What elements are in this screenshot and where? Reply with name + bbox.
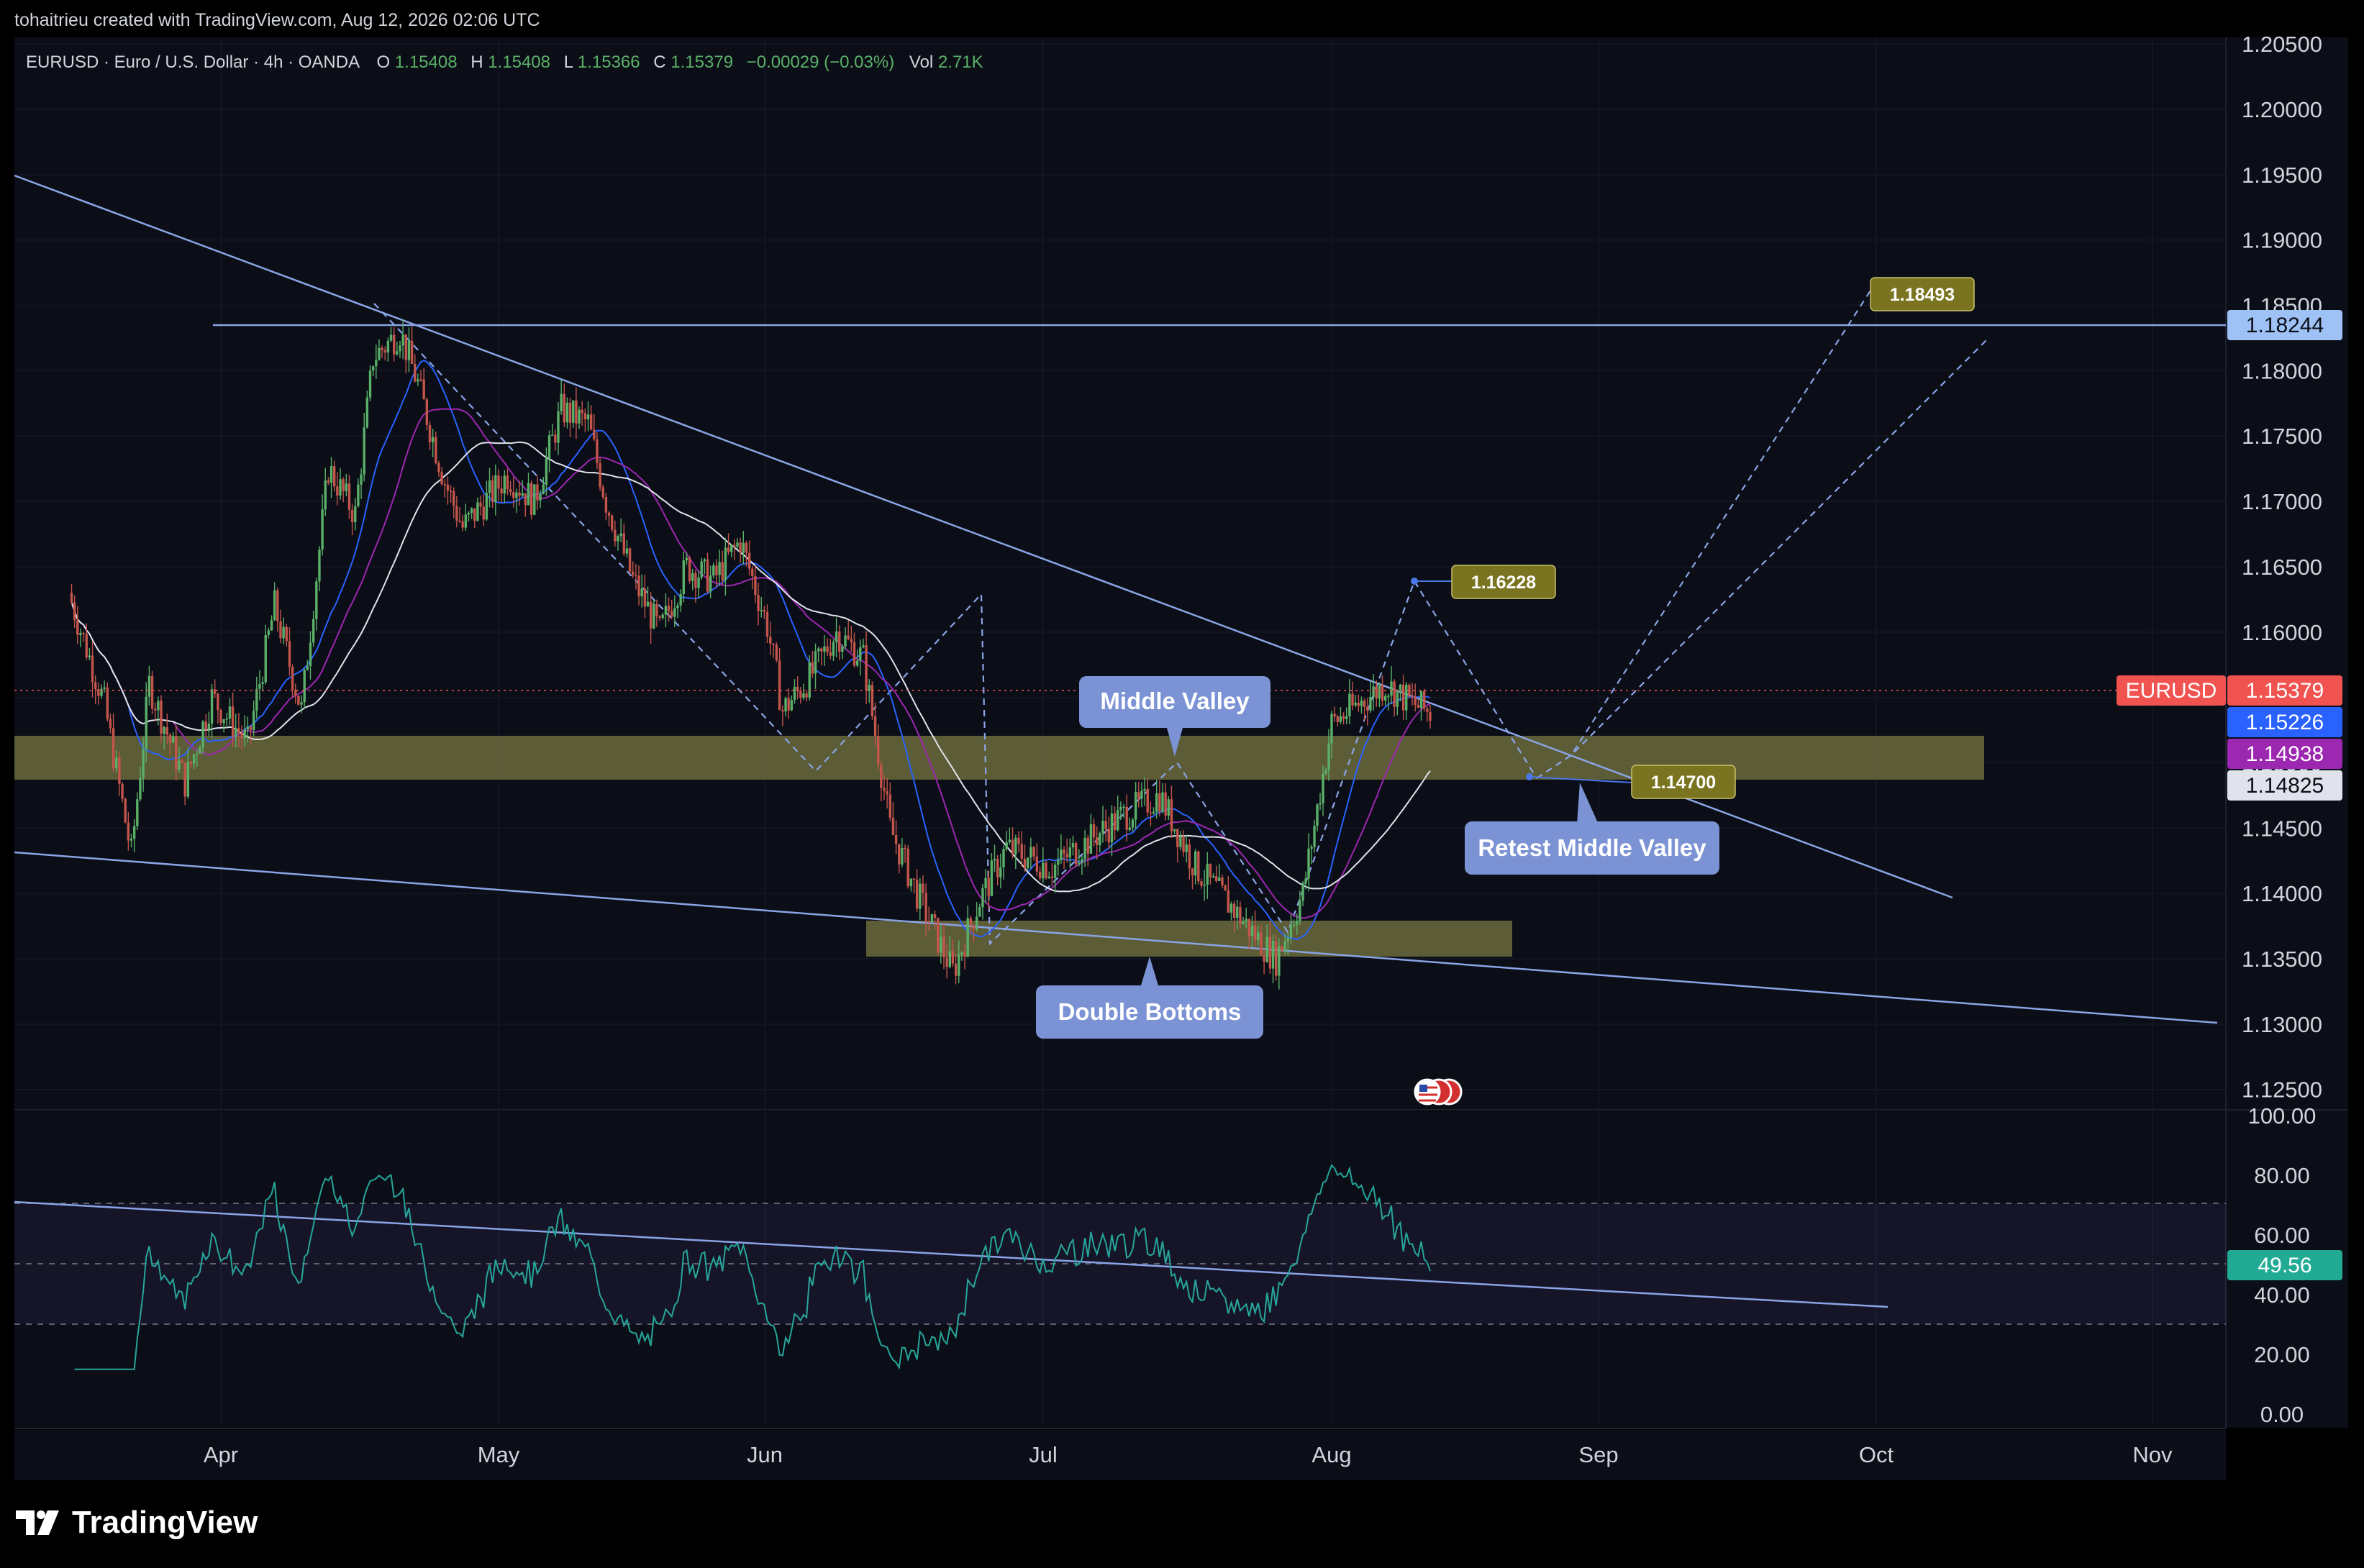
high-label: H <box>470 53 483 72</box>
price-tick-label: 1.14000 <box>2242 881 2322 906</box>
candle <box>870 681 874 720</box>
candle <box>628 547 632 574</box>
candle <box>1275 934 1278 981</box>
time-axis-background <box>14 1430 2226 1480</box>
retest-level-value: 1.14700 <box>1651 772 1716 793</box>
symbol-price-badge: EURUSD <box>2117 675 2226 706</box>
tradingview-logo-icon <box>16 1510 59 1535</box>
target1-value: 1.16228 <box>1471 573 1536 593</box>
price-tick-label: 1.13500 <box>2242 947 2322 972</box>
time-tick-label: Nov <box>2132 1442 2173 1467</box>
candle <box>150 670 154 715</box>
last-price-badge: 1.15379 <box>2227 675 2342 706</box>
candle <box>1422 688 1426 712</box>
rsi-tick-label: 100.00 <box>2248 1103 2317 1129</box>
candle <box>937 917 940 956</box>
rsi-tick-label: 40.00 <box>2254 1282 2310 1308</box>
target2-label[interactable]: 1.18493 <box>1870 277 1975 311</box>
tradingview-logo[interactable]: TradingView <box>16 1505 258 1541</box>
close-value: 1.15379 <box>670 53 733 72</box>
price-tick-label: 1.14500 <box>2242 816 2322 841</box>
ma-purple-badge: 1.14938 <box>2227 739 2342 769</box>
price-tick-label: 1.18000 <box>2242 358 2322 383</box>
candle <box>906 845 909 889</box>
time-tick-label: May <box>478 1442 520 1467</box>
candle <box>106 682 109 722</box>
candle <box>297 695 300 706</box>
rsi-tick-label: 80.00 <box>2254 1163 2310 1188</box>
last-price-text: 1.15379 <box>2246 679 2324 703</box>
candle <box>1045 860 1047 880</box>
hline-price-badge: 1.18244 <box>2227 310 2342 340</box>
symbol-legend: EURUSD · Euro / U.S. Dollar · 4h · OANDA… <box>26 53 983 72</box>
retest-label: Retest Middle Valley <box>1478 834 1706 861</box>
middle-valley-label: Middle Valley <box>1100 688 1250 714</box>
candle <box>1197 850 1200 885</box>
rsi-tick-label: 60.00 <box>2254 1223 2310 1248</box>
price-tick-label: 1.17500 <box>2242 424 2322 449</box>
high-value: 1.15408 <box>488 53 550 72</box>
volume-value: 2.71K <box>938 53 983 72</box>
time-tick-label: Oct <box>1859 1442 1894 1467</box>
price-tick-label: 1.13000 <box>2242 1012 2322 1037</box>
ma-blue-text: 1.15226 <box>2246 711 2324 734</box>
candle <box>124 797 127 824</box>
candle <box>533 484 536 516</box>
double-bottoms-label: Double Bottoms <box>1058 998 1242 1025</box>
rsi-tick-label: 0.00 <box>2260 1402 2304 1427</box>
price-tick-label: 1.16500 <box>2242 555 2322 580</box>
ma-blue-badge: 1.15226 <box>2227 707 2342 737</box>
candle <box>368 365 372 402</box>
target1-label[interactable]: 1.16228 <box>1451 565 1556 599</box>
candle <box>1224 884 1227 891</box>
rsi-value-badge: 49.56 <box>2227 1250 2342 1280</box>
ma-purple-text: 1.14938 <box>2246 742 2324 766</box>
open-label: O <box>376 53 390 72</box>
retest-level-label[interactable]: 1.14700 <box>1631 765 1736 799</box>
price-tick-label: 1.12500 <box>2242 1077 2322 1103</box>
time-tick-label: Jul <box>1029 1442 1058 1467</box>
symbol-info: EURUSD · Euro / U.S. Dollar · 4h · OANDA <box>26 53 360 72</box>
price-tick-label: 1.16000 <box>2242 620 2322 645</box>
target2-value: 1.18493 <box>1890 285 1955 305</box>
candle <box>930 913 934 923</box>
tradingview-brand: TradingView <box>72 1505 258 1540</box>
time-tick-label: Apr <box>204 1442 238 1467</box>
price-tick-label: 1.19500 <box>2242 163 2322 188</box>
candle <box>653 599 655 629</box>
hline-price-text: 1.18244 <box>2246 314 2324 337</box>
rsi-value-text: 49.56 <box>2258 1254 2311 1277</box>
rsi-tick-label: 20.00 <box>2254 1342 2310 1367</box>
ma-white-text: 1.14825 <box>2246 774 2324 798</box>
price-tick-label: 1.20500 <box>2242 32 2322 57</box>
symbol-badge-text: EURUSD <box>2126 679 2217 703</box>
candle <box>611 514 614 533</box>
change-value: −0.00029 (−0.03%) <box>747 53 895 72</box>
candle <box>1074 841 1078 867</box>
us-event-flags-icon[interactable] <box>1414 1078 1463 1106</box>
price-tick-label: 1.17000 <box>2242 489 2322 514</box>
close-label: C <box>653 53 665 72</box>
volume-label: Vol <box>909 53 933 72</box>
low-value: 1.15366 <box>578 53 640 72</box>
time-tick-label: Aug <box>1311 1442 1351 1467</box>
time-tick-label: Sep <box>1578 1442 1618 1467</box>
candle <box>688 555 691 584</box>
price-chart[interactable]: EURUSD · Euro / U.S. Dollar · 4h · OANDA… <box>0 0 2364 1568</box>
price-tick-label: 1.20000 <box>2242 97 2322 122</box>
candle <box>775 642 778 662</box>
low-label: L <box>564 53 573 72</box>
price-tick-label: 1.19000 <box>2242 228 2322 253</box>
ma-white-badge: 1.14825 <box>2227 770 2342 801</box>
candle <box>529 480 533 520</box>
open-value: 1.15408 <box>395 53 458 72</box>
time-tick-label: Jun <box>747 1442 783 1467</box>
